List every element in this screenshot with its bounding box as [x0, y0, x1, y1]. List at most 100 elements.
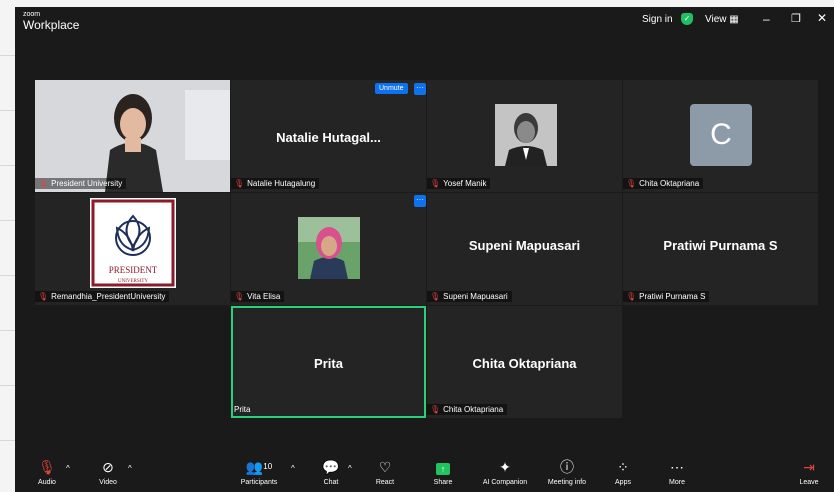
- meeting-info-button[interactable]: ⓘ Meeting info: [542, 458, 592, 486]
- participant-name-label: Remandhia_PresidentUniversity: [51, 292, 166, 301]
- participant-tile[interactable]: Supeni Mapuasari 🎙 Supeni Mapuasari: [427, 193, 622, 305]
- mic-muted-icon: 🎙: [234, 292, 245, 301]
- participant-tile[interactable]: 🎙 Yosef Manik: [427, 80, 622, 192]
- share-button[interactable]: ↑ Share: [430, 458, 456, 486]
- app-logo: zoom Workplace: [23, 11, 79, 31]
- shield-check-icon[interactable]: ✓: [681, 13, 693, 25]
- chat-options-chevron-icon[interactable]: ^: [348, 464, 352, 473]
- participant-name-label: Vita Elisa: [247, 292, 281, 301]
- brand-name: Workplace: [23, 18, 80, 32]
- mic-muted-icon: 🎙: [430, 405, 441, 414]
- avatar: C: [690, 104, 752, 166]
- more-options-icon[interactable]: ···: [414, 83, 426, 95]
- participant-name-label: Chita Oktapriana: [639, 179, 700, 188]
- participant-tile-active-speaker[interactable]: Prita Prita: [231, 306, 426, 418]
- video-off-icon: ⊘: [102, 459, 114, 475]
- participant-display-name: Supeni Mapuasari: [468, 238, 581, 253]
- participant-photo: [298, 217, 360, 279]
- mic-muted-icon: 🎙: [626, 292, 637, 301]
- mic-muted-icon: 🎙: [38, 459, 56, 475]
- participant-name: 🎙 Remandhia_PresidentUniversity: [35, 291, 170, 302]
- restore-icon[interactable]: ❐: [791, 12, 801, 25]
- participant-tile[interactable]: 🎙 President University: [35, 80, 230, 192]
- mic-muted-icon: 🎙: [234, 179, 245, 188]
- video-button[interactable]: ⊘ Video: [94, 458, 122, 486]
- chat-button[interactable]: 💬 Chat: [319, 458, 343, 486]
- mic-muted-icon: 🎙: [38, 292, 49, 301]
- participant-tile[interactable]: C 🎙 Chita Oktapriana: [623, 80, 818, 192]
- logo-subtext: UNIVERSITY: [118, 279, 148, 284]
- participant-name-label: Chita Oktapriana: [443, 405, 504, 414]
- unmute-button[interactable]: Unmute: [375, 83, 408, 94]
- leave-button[interactable]: ⇥ Leave: [797, 458, 821, 486]
- view-button[interactable]: View ▦: [705, 14, 739, 25]
- mic-muted-icon: 🎙: [626, 179, 637, 188]
- participant-tile[interactable]: 🎙 Vita Elisa: [231, 193, 426, 305]
- portrait-icon: [298, 217, 360, 279]
- person-silhouette-icon: [35, 80, 230, 192]
- participant-name-label: Natalie Hutagalung: [247, 179, 316, 188]
- background-window-strip: [0, 0, 16, 492]
- audio-options-chevron-icon[interactable]: ^: [66, 464, 70, 473]
- participant-display-name: Natalie Hutagal...: [276, 130, 381, 145]
- logo-text: PRESIDENT: [109, 265, 158, 275]
- participant-photo: [495, 104, 557, 166]
- meeting-info-label: Meeting info: [547, 479, 587, 486]
- heart-icon: ♡: [378, 459, 392, 475]
- zoom-window: zoom Workplace Sign in ✓ View ▦ – ❐ ✕ 🎙 P…: [15, 7, 834, 492]
- video-options-chevron-icon[interactable]: ^: [128, 464, 132, 473]
- more-icon: ⋯: [670, 459, 684, 475]
- mic-muted-icon: 🎙: [430, 179, 441, 188]
- participant-name-label: Supeni Mapuasari: [443, 292, 508, 301]
- apps-button[interactable]: ⁘ Apps: [611, 458, 635, 486]
- participants-options-chevron-icon[interactable]: ^: [291, 464, 295, 473]
- sign-in-button[interactable]: Sign in: [642, 14, 673, 25]
- view-label: View: [705, 14, 727, 25]
- title-bar: zoom Workplace Sign in ✓ View ▦ – ❐ ✕: [15, 7, 834, 35]
- more-options-icon[interactable]: ···: [414, 195, 426, 207]
- participant-name-label: Pratiwi Purnama S: [639, 292, 706, 301]
- participants-button[interactable]: 👥10 Participants: [237, 458, 281, 486]
- participant-name: 🎙 Supeni Mapuasari: [427, 291, 512, 302]
- participant-name: 🎙 Chita Oktapriana: [427, 404, 508, 415]
- participant-display-name: Chita Oktapriana: [472, 356, 577, 371]
- participant-display-name: Prita: [314, 356, 343, 371]
- close-icon[interactable]: ✕: [817, 11, 827, 25]
- apps-label: Apps: [615, 479, 631, 486]
- apps-icon: ⁘: [617, 459, 629, 475]
- participants-label: Participants: [240, 479, 278, 486]
- participant-name: 🎙 Natalie Hutagalung: [231, 178, 320, 189]
- grid-icon: ▦: [729, 14, 739, 25]
- participants-count: 10: [263, 462, 273, 471]
- more-label: More: [669, 479, 685, 486]
- university-logo: PRESIDENT UNIVERSITY: [90, 198, 176, 288]
- minimize-icon[interactable]: –: [763, 12, 770, 26]
- mic-muted-icon: 🎙: [430, 292, 441, 301]
- share-screen-icon: ↑: [430, 458, 456, 476]
- participants-icon: 👥10: [245, 459, 273, 475]
- participant-tile[interactable]: Chita Oktapriana 🎙 Chita Oktapriana: [427, 306, 622, 418]
- ai-companion-button[interactable]: ✦ AI Companion: [477, 458, 533, 486]
- participant-tile[interactable]: Pratiwi Purnama S 🎙 Pratiwi Purnama S: [623, 193, 818, 305]
- participant-tile[interactable]: Natalie Hutagal... 🎙 Natalie Hutagalung: [231, 80, 426, 192]
- participant-name: 🎙 Yosef Manik: [427, 178, 491, 189]
- leave-icon: ⇥: [803, 459, 815, 475]
- ai-companion-label: AI Companion: [482, 479, 528, 486]
- more-button[interactable]: ⋯ More: [665, 458, 689, 486]
- mic-muted-icon: 🎙: [38, 179, 49, 188]
- react-button[interactable]: ♡ React: [373, 458, 397, 486]
- participant-name: 🎙 President University: [35, 178, 127, 189]
- participant-video: [35, 80, 230, 192]
- gallery-view: 🎙 President University Natalie Hutagal...…: [35, 80, 820, 418]
- participant-tile[interactable]: PRESIDENT UNIVERSITY 🎙 Remandhia_Presiden…: [35, 193, 230, 305]
- share-label: Share: [433, 479, 453, 486]
- background-window-top: [15, 0, 834, 7]
- info-icon: ⓘ: [560, 459, 574, 475]
- participant-display-name: Pratiwi Purnama S: [663, 238, 778, 253]
- audio-button[interactable]: 🎙 Audio: [33, 458, 61, 486]
- portrait-icon: [495, 104, 557, 166]
- leave-label: Leave: [799, 479, 819, 486]
- brand-small: zoom: [23, 11, 41, 18]
- participant-name: 🎙 Chita Oktapriana: [623, 178, 704, 189]
- chat-label: Chat: [323, 479, 339, 486]
